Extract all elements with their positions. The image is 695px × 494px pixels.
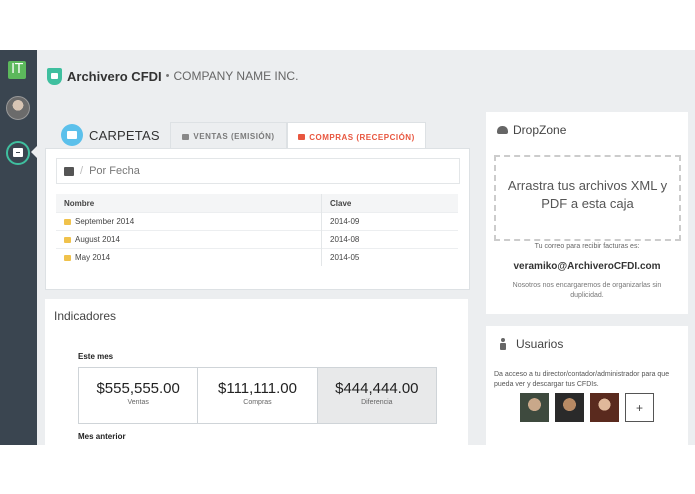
previous-month-label: Mes anterior: [78, 432, 126, 441]
metrics-row: $555,555.00 Ventas $111,111.00 Compras $…: [78, 367, 437, 424]
folders-title: CARPETAS: [61, 122, 160, 148]
breadcrumb-separator: /: [80, 165, 84, 177]
sidebar: IT: [0, 50, 37, 445]
users-header: Usuarios: [500, 337, 563, 351]
table-row[interactable]: August 2014 2014-08: [56, 230, 458, 249]
folder-tab-icon: [182, 133, 190, 140]
indicators-panel: Indicadores Este mes $555,555.00 Ventas …: [45, 299, 468, 445]
folder-name-cell[interactable]: May 2014: [56, 248, 322, 266]
folder-key: 2014-05: [321, 248, 458, 266]
folders-tabs: CARPETAS VENTAS (EMISIÓN) COMPRAS (RECEP…: [45, 118, 468, 151]
table-row[interactable]: May 2014 2014-05: [56, 248, 458, 266]
folder-name: August 2014: [75, 235, 120, 244]
archive-icon: [13, 148, 23, 157]
metric-ventas: $555,555.00 Ventas: [79, 368, 199, 423]
table-row[interactable]: September 2014 2014-09: [56, 212, 458, 231]
metric-value: $555,555.00: [96, 380, 180, 397]
app-name: Archivero CFDI: [67, 68, 162, 84]
brand-header: Archivero CFDI • COMPANY NAME INC.: [47, 67, 298, 85]
tab-compras-label: COMPRAS (RECEPCIÓN): [309, 132, 415, 142]
folder-key: 2014-08: [321, 230, 458, 249]
dropzone-header: DropZone: [497, 123, 566, 137]
active-indicator-arrow: [31, 146, 37, 158]
users-description: Da acceso a tu director/contador/adminis…: [494, 371, 670, 388]
metric-compras: $111,111.00 Compras: [198, 368, 318, 423]
brand-separator: •: [165, 70, 170, 82]
folder-key: 2014-09: [321, 212, 458, 231]
drop-area-text: Arrastra tus archivos XML y PDF a esta c…: [507, 178, 668, 211]
breadcrumb-current: Por Fecha: [89, 165, 140, 177]
tab-ventas[interactable]: VENTAS (EMISIÓN): [170, 122, 287, 150]
folder-tab-icon: [298, 134, 306, 140]
metric-diferencia: $444,444.00 Diferencia: [317, 368, 436, 423]
add-user-button[interactable]: +: [625, 393, 654, 422]
metric-label: Compras: [243, 399, 272, 406]
app-logo[interactable]: IT: [8, 61, 26, 79]
metric-label: Diferencia: [361, 399, 393, 406]
avatar[interactable]: [520, 393, 549, 422]
folder-icon: [64, 255, 71, 261]
folders-table: Nombre Clave September 2014 2014-09 Augu…: [56, 194, 458, 266]
folders-title-label: CARPETAS: [89, 127, 160, 143]
cloud-upload-icon: [497, 126, 508, 134]
receive-email: veramiko@ArchiveroCFDI.com: [513, 261, 661, 272]
user-avatar[interactable]: [6, 96, 30, 120]
organize-note: Nosotros nos encargaremos de organizarla…: [512, 282, 662, 299]
folder-name: May 2014: [75, 253, 111, 262]
folder-icon: [61, 124, 83, 146]
app-shell: IT Archivero CFDI • COMPANY NAME INC. CA…: [0, 50, 695, 445]
avatar[interactable]: [590, 393, 619, 422]
user-avatars: +: [520, 393, 654, 422]
indicators-title: Indicadores: [54, 309, 117, 323]
users-title: Usuarios: [516, 337, 564, 351]
dropzone-panel: DropZone Arrastra tus archivos XML y PDF…: [486, 112, 688, 314]
avatar[interactable]: [555, 393, 584, 422]
archive-box-icon[interactable]: [64, 166, 74, 176]
tab-ventas-label: VENTAS (EMISIÓN): [193, 132, 275, 141]
column-header-nombre[interactable]: Nombre: [56, 194, 322, 213]
current-month-label: Este mes: [78, 352, 114, 361]
metric-label: Ventas: [127, 399, 149, 406]
table-header: Nombre Clave: [56, 194, 458, 213]
drop-area[interactable]: Arrastra tus archivos XML y PDF a esta c…: [494, 155, 681, 241]
sidebar-item-archive[interactable]: [6, 141, 30, 165]
users-panel: Usuarios Da acceso a tu director/contado…: [486, 326, 688, 445]
dropzone-title: DropZone: [513, 123, 567, 137]
email-note: Tu correo para recibir facturas es:: [534, 243, 640, 250]
person-icon: [500, 338, 507, 350]
folder-icon: [64, 237, 71, 243]
metric-value: $444,444.00: [335, 380, 419, 397]
shield-logo-icon: [47, 67, 62, 85]
folder-name-cell[interactable]: August 2014: [56, 230, 322, 249]
folder-name: September 2014: [75, 217, 135, 226]
folder-name-cell[interactable]: September 2014: [56, 212, 322, 231]
column-header-clave[interactable]: Clave: [321, 194, 458, 213]
company-name: COMPANY NAME INC.: [173, 69, 299, 83]
folder-icon: [64, 219, 71, 225]
folders-panel: / Por Fecha Nombre Clave September 2014 …: [45, 148, 470, 290]
tab-compras[interactable]: COMPRAS (RECEPCIÓN): [287, 122, 426, 151]
breadcrumb: / Por Fecha: [56, 158, 460, 184]
metric-value: $111,111.00: [218, 380, 297, 397]
